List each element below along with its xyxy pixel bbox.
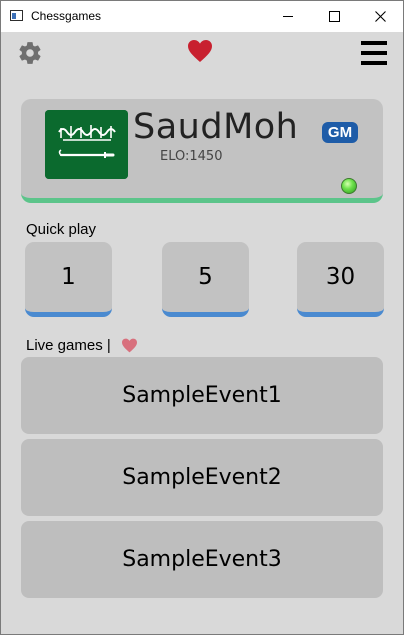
maximize-button[interactable] xyxy=(311,1,357,32)
window-title: Chessgames xyxy=(31,9,102,23)
heart-icon[interactable] xyxy=(187,39,213,63)
maximize-icon xyxy=(328,11,340,22)
quick-play-button-5[interactable]: 5 xyxy=(162,242,249,317)
player-name: SaudMoh xyxy=(133,107,299,147)
title-bar: Chessgames xyxy=(1,1,403,32)
live-game-item[interactable]: SampleEvent2 xyxy=(21,439,383,516)
elo-rating: ELO:1450 xyxy=(160,149,223,164)
online-status-indicator xyxy=(341,178,357,194)
quick-play-button-30[interactable]: 30 xyxy=(297,242,384,317)
live-games-label: Live games | xyxy=(26,337,111,354)
player-profile-card[interactable]: SaudMoh GM ELO:1450 xyxy=(21,99,383,203)
minimize-icon xyxy=(283,16,293,17)
saudi-arabia-flag-icon xyxy=(45,110,128,179)
title-badge: GM xyxy=(322,122,358,143)
quick-play-button-1[interactable]: 1 xyxy=(25,242,112,317)
close-icon xyxy=(374,11,386,22)
favorites-heart-icon[interactable] xyxy=(121,338,138,353)
live-game-item[interactable]: SampleEvent3 xyxy=(21,521,383,598)
minimize-button[interactable] xyxy=(265,1,311,32)
app-window-icon xyxy=(10,10,23,21)
close-button[interactable] xyxy=(357,1,403,32)
quick-play-label: Quick play xyxy=(26,221,97,238)
app-window: Chessgames SaudMoh GM ELO:1450 Quick pla… xyxy=(0,0,404,635)
live-game-item[interactable]: SampleEvent1 xyxy=(21,357,383,434)
hamburger-menu-icon[interactable] xyxy=(361,40,387,66)
gear-icon[interactable] xyxy=(17,40,43,66)
